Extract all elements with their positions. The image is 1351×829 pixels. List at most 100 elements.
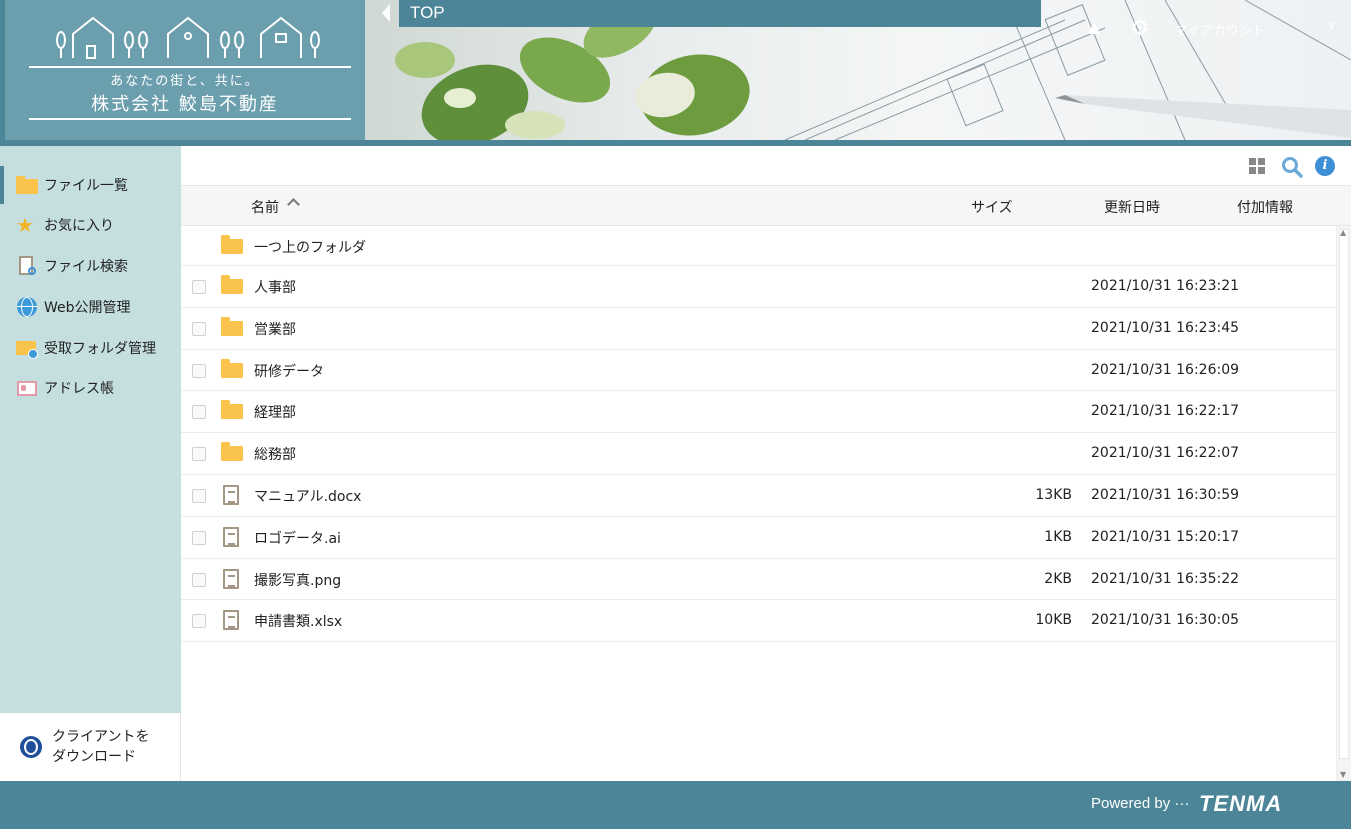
scroll-thumb[interactable]	[1339, 229, 1349, 759]
company-tagline: あなたの街と、共に。	[110, 74, 260, 89]
table-row[interactable]: 撮影写真.png 2KB 2021/10/31 16:35:22	[181, 559, 1336, 601]
row-checkbox[interactable]	[192, 280, 206, 294]
row-updated: 2021/10/31 16:22:17	[1091, 403, 1240, 420]
folder-icon	[221, 442, 243, 463]
file-search-icon	[16, 255, 38, 277]
search-icon[interactable]	[1281, 156, 1303, 178]
row-checkbox[interactable]	[192, 321, 206, 336]
row-name[interactable]: 営業部	[254, 319, 296, 339]
table-row[interactable]: ロゴデータ.ai 1KB 2021/10/31 15:20:17	[181, 517, 1336, 559]
folder-icon	[221, 316, 243, 338]
row-checkbox[interactable]	[192, 405, 206, 420]
row-name[interactable]: 総務部	[254, 444, 296, 464]
folder-icon	[221, 275, 243, 296]
folder-icon	[221, 358, 243, 380]
table-row[interactable]: 申請書類.xlsx 10KB 2021/10/31 16:30:05	[181, 600, 1336, 643]
logo-rule-bottom	[29, 118, 351, 120]
row-name[interactable]: ロゴデータ.ai	[254, 528, 341, 548]
row-updated: 2021/10/31 15:20:17	[1091, 528, 1240, 545]
address-book-icon	[16, 377, 38, 399]
scroll-down-icon[interactable]: ▼	[1340, 770, 1346, 779]
document-icon	[221, 526, 243, 547]
row-checkbox[interactable]	[192, 363, 206, 378]
table-row[interactable]: 総務部 2021/10/31 16:22:07	[181, 433, 1336, 475]
chevron-down-icon[interactable]: ∨	[1327, 18, 1336, 32]
sidebar-item-label: 受取フォルダ管理	[44, 341, 156, 357]
parent-folder-row[interactable]: 一つ上のフォルダ	[181, 226, 1336, 266]
table-row[interactable]: 研修データ 2021/10/31 16:26:09	[181, 350, 1336, 392]
footer: Powered by ··· TENMA	[0, 781, 1351, 829]
notification-icon[interactable]: ▲	[1088, 17, 1100, 36]
table-row[interactable]: マニュアル.docx 13KB 2021/10/31 16:30:59	[181, 475, 1336, 517]
row-checkbox[interactable]	[192, 488, 206, 503]
client-download-label: クライアントを ダウンロード	[52, 729, 150, 765]
sort-ascending-icon[interactable]	[287, 198, 300, 211]
sidebar-item-label: Web公開管理	[44, 300, 131, 316]
row-updated: 2021/10/31 16:30:59	[1091, 486, 1240, 503]
houses-logo-icon	[56, 16, 320, 59]
row-updated: 2021/10/31 16:23:45	[1091, 319, 1240, 336]
row-checkbox[interactable]	[192, 572, 206, 587]
grid-view-icon[interactable]	[1249, 158, 1265, 174]
row-checkbox[interactable]	[192, 530, 206, 545]
document-icon	[221, 484, 243, 505]
document-icon	[221, 568, 243, 589]
row-name[interactable]: 人事部	[254, 277, 296, 297]
info-icon[interactable]: i	[1315, 156, 1335, 176]
sidebar: ファイル一覧 ★ お気に入り ファイル検索 Web公開管理 受取フォルダ管理 ア…	[0, 146, 181, 781]
scroll-up-icon[interactable]: ▲	[1340, 228, 1346, 237]
column-extra[interactable]: 付加情報	[1237, 197, 1293, 217]
sidebar-item-inbox-folder[interactable]: 受取フォルダ管理	[0, 329, 181, 367]
column-name[interactable]: 名前	[251, 197, 279, 217]
company-logo[interactable]: あなたの街と、共に。 株式会社 鮫島不動産	[0, 0, 365, 140]
row-updated: 2021/10/31 16:30:05	[1091, 612, 1240, 629]
row-name[interactable]: 経理部	[254, 402, 296, 422]
download-globe-icon	[20, 736, 42, 758]
column-updated[interactable]: 更新日時	[1104, 197, 1160, 217]
my-account-link[interactable]: マイアカウント	[1174, 20, 1265, 39]
star-icon: ★	[16, 213, 34, 237]
row-checkbox[interactable]	[192, 447, 206, 462]
sidebar-item-file-search[interactable]: ファイル検索	[0, 247, 181, 285]
sidebar-item-web-publish[interactable]: Web公開管理	[0, 288, 181, 326]
sidebar-item-address-book[interactable]: アドレス帳	[0, 369, 181, 407]
toolbar: i	[181, 146, 1351, 186]
breadcrumb[interactable]: TOP	[399, 0, 1041, 27]
document-icon	[221, 610, 243, 631]
row-checkbox[interactable]	[192, 614, 206, 629]
row-size: 13KB	[1035, 486, 1072, 503]
app-header: あなたの街と、共に。 株式会社 鮫島不動産 TOP ▲ ⚙ マイアカウント ∨	[0, 0, 1351, 146]
row-name[interactable]: 撮影写真.png	[254, 570, 341, 590]
folder-icon	[221, 400, 243, 421]
back-arrow-icon[interactable]	[382, 4, 390, 22]
row-size: 1KB	[1044, 528, 1072, 545]
column-size[interactable]: サイズ	[971, 197, 1013, 217]
sidebar-item-label: お気に入り	[44, 218, 114, 234]
inbox-folder-icon	[16, 337, 38, 359]
client-download-button[interactable]: クライアントを ダウンロード	[0, 713, 181, 781]
scrollbar[interactable]: ▲ ▼	[1336, 226, 1351, 781]
sidebar-item-label: ファイル検索	[44, 259, 128, 275]
sidebar-item-favorites[interactable]: ★ お気に入り	[0, 206, 181, 244]
table-row[interactable]: 人事部 2021/10/31 16:23:21	[181, 266, 1336, 308]
sidebar-item-file-list[interactable]: ファイル一覧	[0, 166, 181, 204]
logo-rule-top	[29, 66, 351, 68]
powered-by-label: Powered by ···	[1091, 795, 1190, 812]
row-size: 10KB	[1035, 612, 1072, 629]
row-updated: 2021/10/31 16:35:22	[1091, 570, 1240, 587]
row-name[interactable]: マニュアル.docx	[254, 486, 361, 506]
table-row[interactable]: 経理部 2021/10/31 16:22:17	[181, 391, 1336, 434]
sidebar-item-label: アドレス帳	[44, 381, 114, 397]
row-name[interactable]: 研修データ	[254, 361, 324, 381]
parent-folder-label: 一つ上のフォルダ	[254, 240, 366, 256]
folder-icon	[221, 235, 243, 256]
gear-icon[interactable]: ⚙	[1130, 18, 1152, 40]
sidebar-item-label: ファイル一覧	[44, 178, 128, 194]
row-name[interactable]: 申請書類.xlsx	[254, 611, 342, 631]
column-header: 名前 サイズ 更新日時 付加情報	[181, 186, 1351, 226]
table-row[interactable]: 営業部 2021/10/31 16:23:45	[181, 308, 1336, 350]
company-name: 株式会社 鮫島不動産	[91, 94, 279, 115]
tenma-logo: TENMA	[1199, 791, 1283, 816]
row-updated: 2021/10/31 16:26:09	[1091, 361, 1240, 378]
row-updated: 2021/10/31 16:22:07	[1091, 445, 1240, 462]
